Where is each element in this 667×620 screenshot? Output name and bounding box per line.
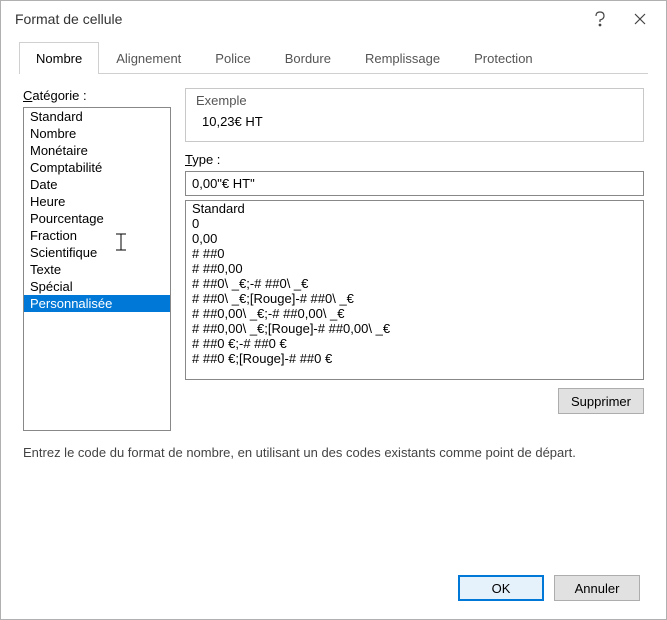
- dialog-body: NombreAlignementPoliceBordureRemplissage…: [1, 37, 666, 619]
- tab-remplissage[interactable]: Remplissage: [348, 42, 457, 74]
- delete-row: Supprimer: [185, 388, 644, 414]
- category-item[interactable]: Spécial: [24, 278, 170, 295]
- category-label: Catégorie :: [23, 88, 171, 103]
- hint-text: Entrez le code du format de nombre, en u…: [23, 445, 644, 460]
- close-button[interactable]: [620, 5, 660, 33]
- category-item[interactable]: Personnalisée: [24, 295, 170, 312]
- category-item[interactable]: Standard: [24, 108, 170, 125]
- type-list-item[interactable]: # ##0 €;[Rouge]-# ##0 €: [186, 351, 643, 366]
- type-list-item[interactable]: # ##0 €;-# ##0 €: [186, 336, 643, 351]
- type-list-item[interactable]: # ##0,00\ _€;-# ##0,00\ _€: [186, 306, 643, 321]
- tab-nombre[interactable]: Nombre: [19, 42, 99, 74]
- help-icon: [594, 11, 606, 27]
- category-column: Catégorie : StandardNombreMonétaireCompt…: [23, 88, 171, 431]
- category-item[interactable]: Date: [24, 176, 170, 193]
- type-list-item[interactable]: # ##0,00: [186, 261, 643, 276]
- type-list-item[interactable]: # ##0\ _€;-# ##0\ _€: [186, 276, 643, 291]
- tab-alignement[interactable]: Alignement: [99, 42, 198, 74]
- category-item[interactable]: Heure: [24, 193, 170, 210]
- type-list-item[interactable]: # ##0,00\ _€;[Rouge]-# ##0,00\ _€: [186, 321, 643, 336]
- ok-button[interactable]: OK: [458, 575, 544, 601]
- close-icon: [634, 13, 646, 25]
- type-list-item[interactable]: Standard: [186, 201, 643, 216]
- upper-panel: Catégorie : StandardNombreMonétaireCompt…: [23, 88, 644, 431]
- titlebar: Format de cellule: [1, 1, 666, 37]
- right-column: Exemple 10,23€ HT Type : Standard00,00# …: [185, 88, 644, 414]
- category-item[interactable]: Nombre: [24, 125, 170, 142]
- type-list-item[interactable]: # ##0: [186, 246, 643, 261]
- category-item[interactable]: Texte: [24, 261, 170, 278]
- example-box: Exemple 10,23€ HT: [185, 88, 644, 142]
- type-label: Type :: [185, 152, 644, 167]
- tab-police[interactable]: Police: [198, 42, 267, 74]
- cancel-button[interactable]: Annuler: [554, 575, 640, 601]
- tab-bordure[interactable]: Bordure: [268, 42, 348, 74]
- help-button[interactable]: [580, 5, 620, 33]
- category-listbox[interactable]: StandardNombreMonétaireComptabilitéDateH…: [23, 107, 171, 431]
- tab-content: Catégorie : StandardNombreMonétaireCompt…: [19, 74, 648, 605]
- dialog-footer: OK Annuler: [23, 565, 644, 605]
- window-title: Format de cellule: [15, 11, 580, 27]
- type-list-item[interactable]: # ##0\ _€;[Rouge]-# ##0\ _€: [186, 291, 643, 306]
- tab-strip: NombreAlignementPoliceBordureRemplissage…: [19, 41, 648, 74]
- category-item[interactable]: Monétaire: [24, 142, 170, 159]
- category-item[interactable]: Fraction: [24, 227, 170, 244]
- category-item[interactable]: Pourcentage: [24, 210, 170, 227]
- type-list-item[interactable]: 0,00: [186, 231, 643, 246]
- type-listbox[interactable]: Standard00,00# ##0# ##0,00# ##0\ _€;-# #…: [185, 200, 644, 380]
- category-item[interactable]: Scientifique: [24, 244, 170, 261]
- category-item[interactable]: Comptabilité: [24, 159, 170, 176]
- type-input[interactable]: [185, 171, 644, 196]
- dialog-format-cell: Format de cellule NombreAlignementPolice…: [0, 0, 667, 620]
- example-value: 10,23€ HT: [196, 114, 633, 129]
- type-list-item[interactable]: 0: [186, 216, 643, 231]
- example-label: Exemple: [196, 93, 633, 108]
- delete-button[interactable]: Supprimer: [558, 388, 644, 414]
- tab-protection[interactable]: Protection: [457, 42, 550, 74]
